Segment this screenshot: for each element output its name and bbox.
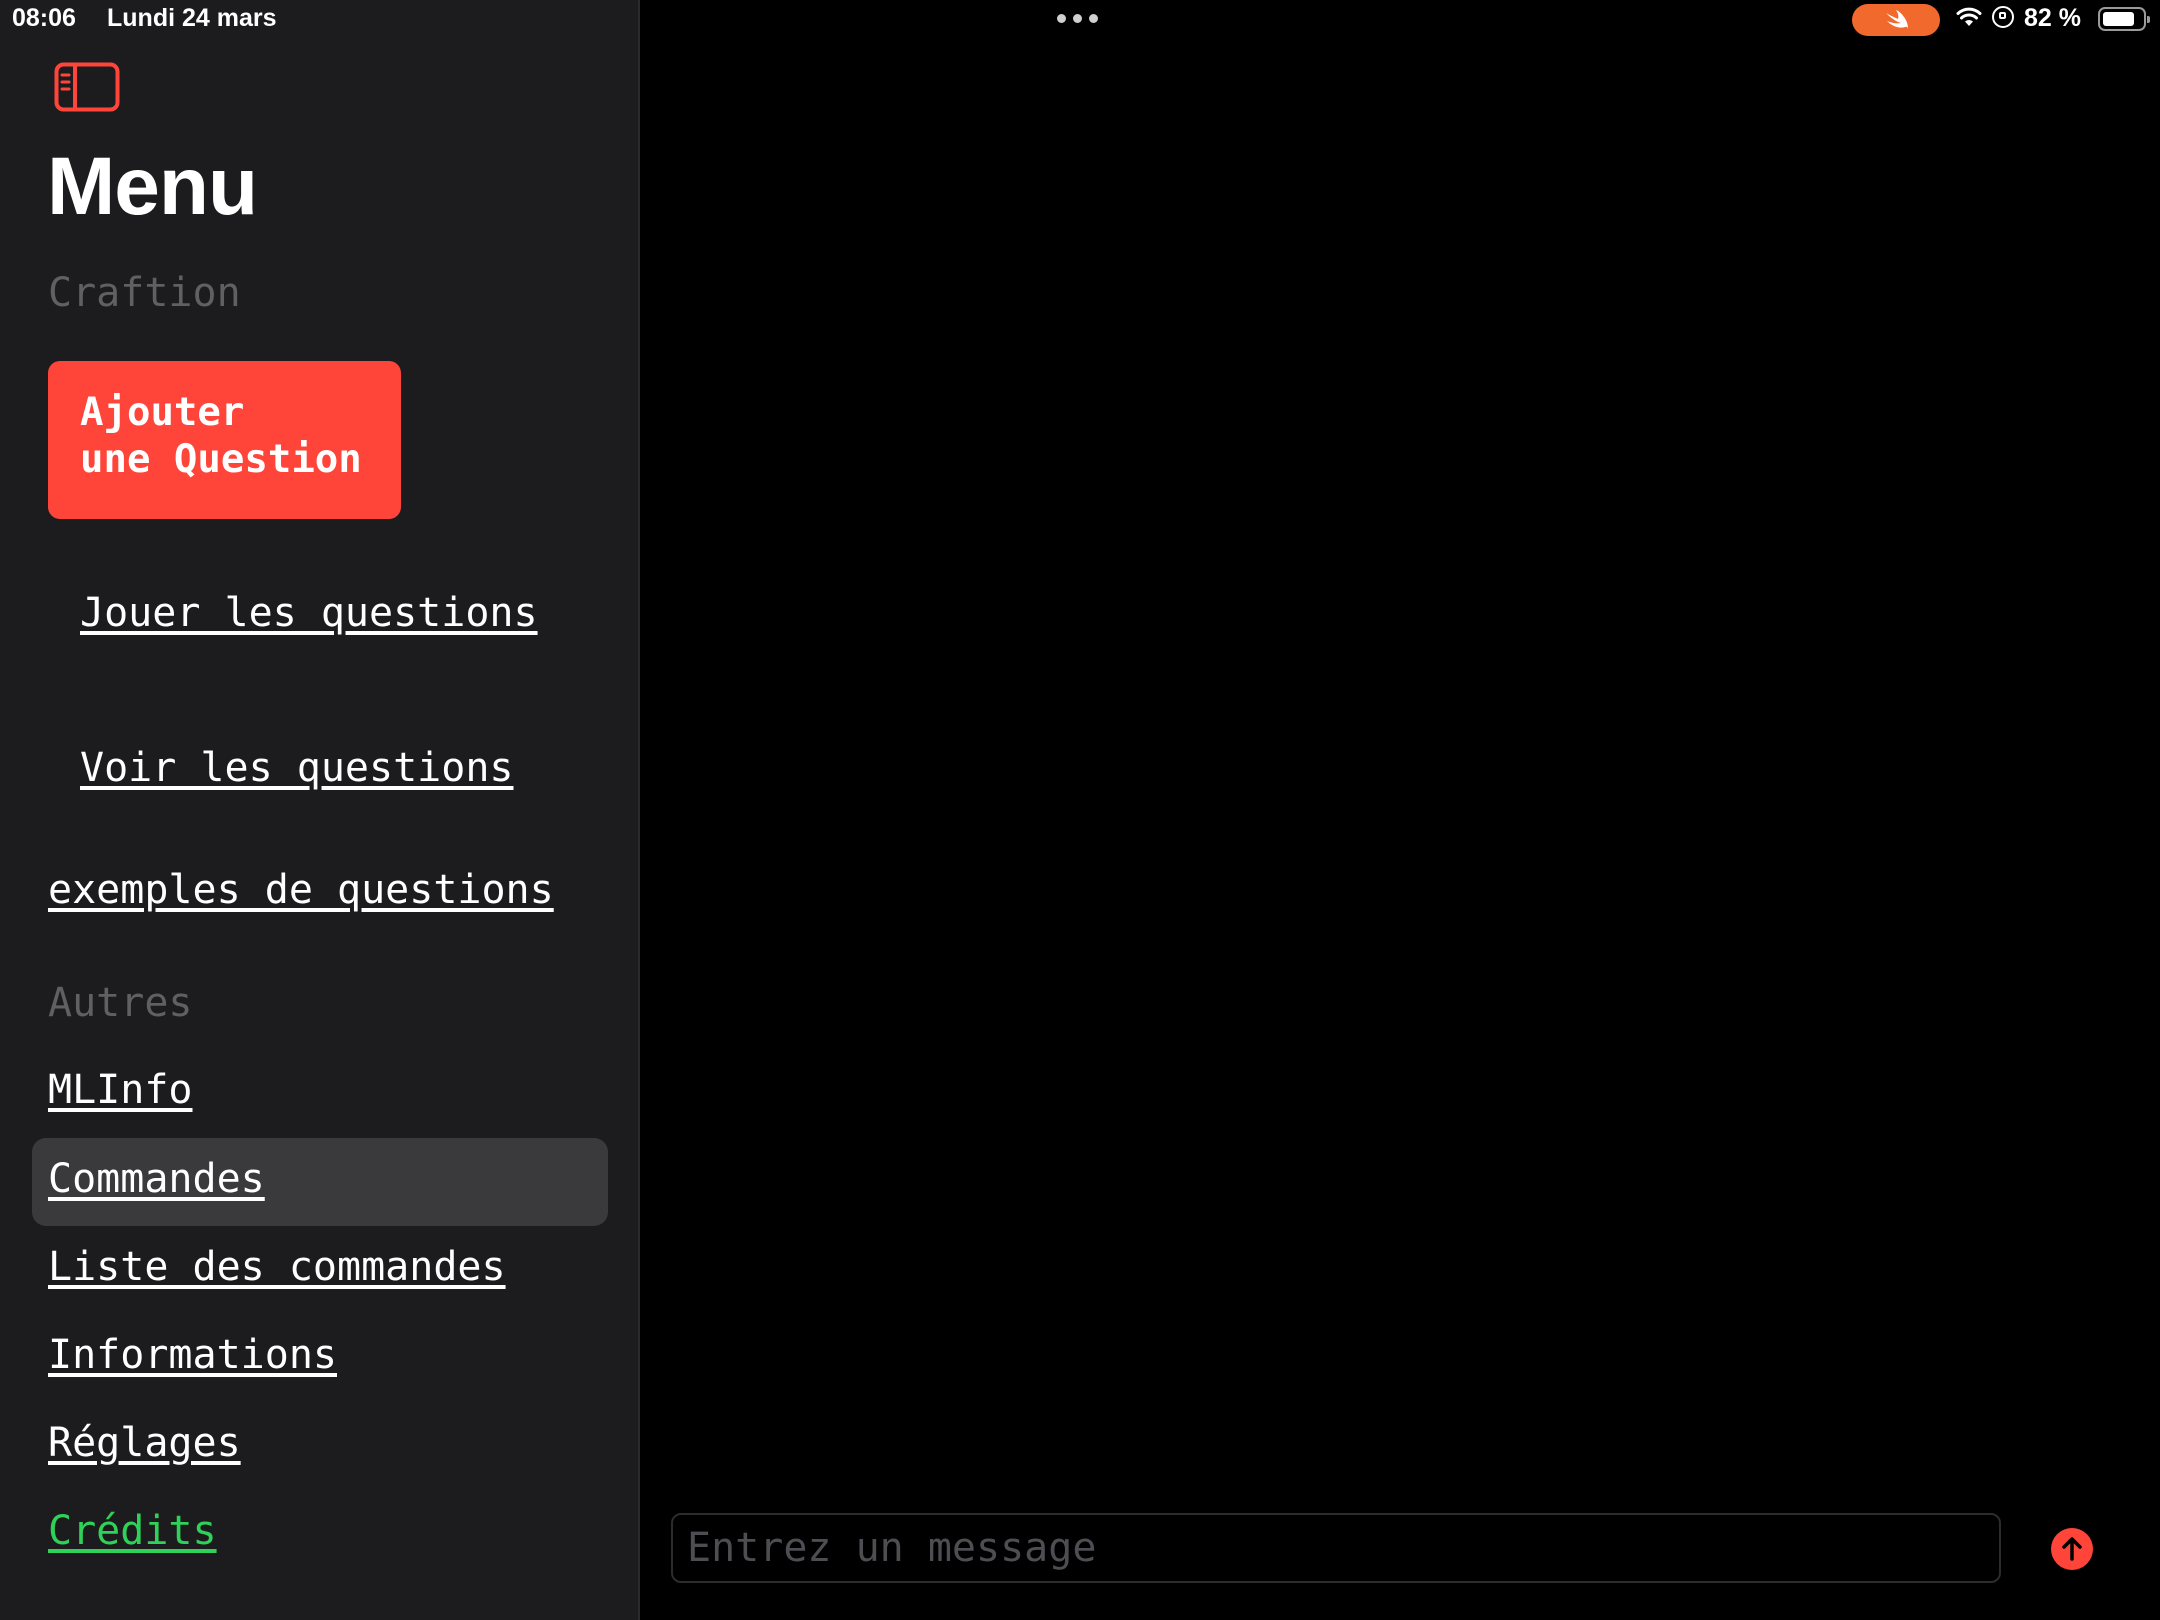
section-header-craftion: Craftion [48,270,241,316]
send-button[interactable] [2051,1528,2093,1570]
orientation-lock-icon [1992,6,2014,28]
sidebar-item-mlinfo[interactable]: MLInfo [48,1067,193,1113]
add-question-button[interactable]: Ajouter une Question [48,361,401,519]
swift-playgrounds-pill[interactable] [1852,4,1940,36]
arrow-up-circle-icon [2062,1537,2082,1561]
swift-icon [1886,10,1908,29]
status-time: 08:06 [12,4,76,32]
play-questions-link[interactable]: Jouer les questions [80,590,538,636]
view-questions-link[interactable]: Voir les questions [80,745,513,791]
sidebar-item-liste-commandes[interactable]: Liste des commandes [48,1244,506,1290]
battery-fill [2103,12,2135,26]
sidebar-toggle-icon[interactable] [54,62,120,112]
sidebar-item-reglages[interactable]: Réglages [48,1420,241,1466]
sidebar-item-credits[interactable]: Crédits [48,1508,217,1554]
message-input-container [671,1513,2001,1583]
status-date: Lundi 24 mars [107,4,277,32]
status-bar: 08:06 Lundi 24 mars 82 % [0,0,2160,40]
add-question-label-line2: une Question [80,437,362,482]
sidebar: Menu Craftion Ajouter une Question Jouer… [0,0,640,1620]
multitasking-dots-icon[interactable] [1057,14,1098,23]
sidebar-item-informations[interactable]: Informations [48,1332,337,1378]
message-input[interactable] [673,1515,1999,1581]
page-title: Menu [47,141,258,232]
section-header-autres: Autres [48,980,193,1026]
add-question-label-line1: Ajouter [80,390,245,435]
wifi-icon [1956,7,1982,26]
sidebar-item-commandes[interactable]: Commandes [48,1156,265,1202]
battery-percent: 82 % [2024,4,2081,32]
battery-icon [2098,7,2150,31]
example-questions-link[interactable]: exemples de questions [48,867,554,913]
